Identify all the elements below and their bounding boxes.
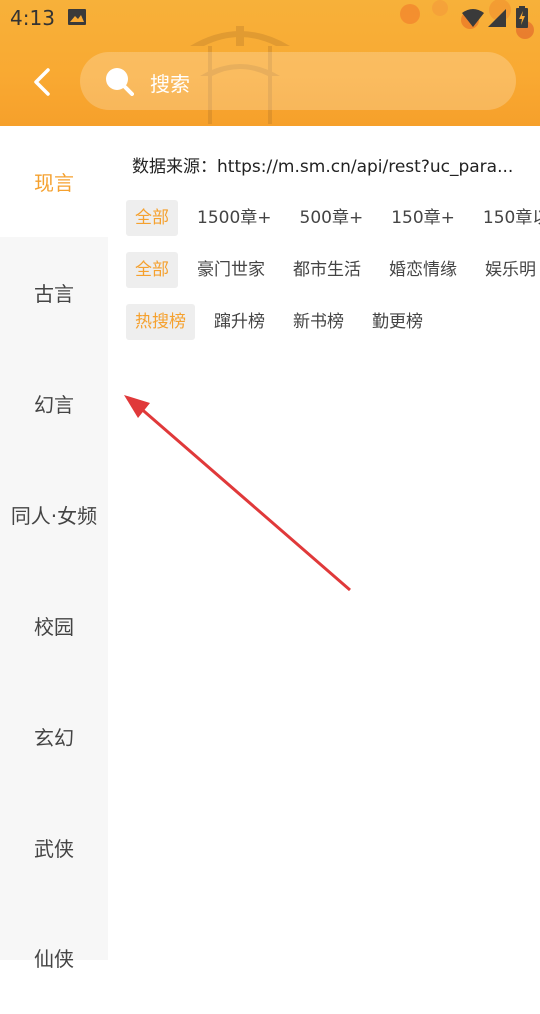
back-button[interactable] bbox=[24, 60, 60, 104]
filter-chip[interactable]: 勤更榜 bbox=[363, 304, 432, 340]
sidebar-item-fanfic-female[interactable]: 同人·女频 bbox=[0, 459, 108, 570]
chevron-left-icon bbox=[34, 68, 50, 96]
search-placeholder: 搜索 bbox=[150, 72, 190, 96]
cell-signal-icon bbox=[488, 9, 506, 27]
filter-chip[interactable]: 新书榜 bbox=[284, 304, 353, 340]
filter-chip[interactable]: 婚恋情缘 bbox=[380, 252, 466, 288]
sidebar-item-huanyan[interactable]: 幻言 bbox=[0, 348, 108, 459]
filter-chip[interactable]: 都市生活 bbox=[284, 252, 370, 288]
sidebar-item-xianxia[interactable]: 仙侠 bbox=[0, 903, 108, 1014]
wifi-icon bbox=[462, 9, 484, 27]
filter-chip[interactable]: 150章+ bbox=[382, 200, 464, 236]
sidebar-item-wuxia[interactable]: 武侠 bbox=[0, 792, 108, 903]
filter-chip[interactable]: 豪门世家 bbox=[188, 252, 274, 288]
filter-chip[interactable]: 500章+ bbox=[291, 200, 373, 236]
main-content: 数据来源：https://m.sm.cn/api/rest?uc_para...… bbox=[108, 126, 540, 960]
image-notification-icon bbox=[68, 9, 86, 25]
search-input[interactable]: 搜索 bbox=[80, 52, 516, 110]
filter-row-rank: 热搜榜 蹿升榜 新书榜 勤更榜 bbox=[126, 304, 442, 340]
filter-chip[interactable]: 150章以下 bbox=[474, 200, 540, 236]
filter-chip[interactable]: 全部 bbox=[126, 252, 178, 288]
search-icon bbox=[106, 68, 134, 96]
filter-chip[interactable]: 蹿升榜 bbox=[205, 304, 274, 340]
status-time: 4:13 bbox=[10, 6, 55, 30]
status-bar: 4:13 bbox=[0, 0, 540, 36]
filter-row-length: 全部 1500章+ 500章+ 150章+ 150章以下 bbox=[126, 200, 540, 236]
data-source-text: 数据来源：https://m.sm.cn/api/rest?uc_para... bbox=[132, 157, 514, 177]
filter-chip[interactable]: 娱乐明 bbox=[476, 252, 540, 288]
filter-chip[interactable]: 热搜榜 bbox=[126, 304, 195, 340]
filter-chip[interactable]: 1500章+ bbox=[188, 200, 281, 236]
sidebar-item-xuanhuan[interactable]: 玄幻 bbox=[0, 681, 108, 792]
header: 4:13 搜索 bbox=[0, 0, 540, 126]
sidebar-item-xianyan[interactable]: 现言 bbox=[0, 126, 108, 237]
category-sidebar: 现言 古言 幻言 同人·女频 校园 玄幻 武侠 仙侠 bbox=[0, 126, 108, 971]
battery-charging-icon bbox=[516, 6, 528, 28]
sidebar-item-guyan[interactable]: 古言 bbox=[0, 237, 108, 348]
sidebar-item-campus[interactable]: 校园 bbox=[0, 570, 108, 681]
filter-row-genre: 全部 豪门世家 都市生活 婚恋情缘 娱乐明 bbox=[126, 252, 540, 288]
filter-chip[interactable]: 全部 bbox=[126, 200, 178, 236]
